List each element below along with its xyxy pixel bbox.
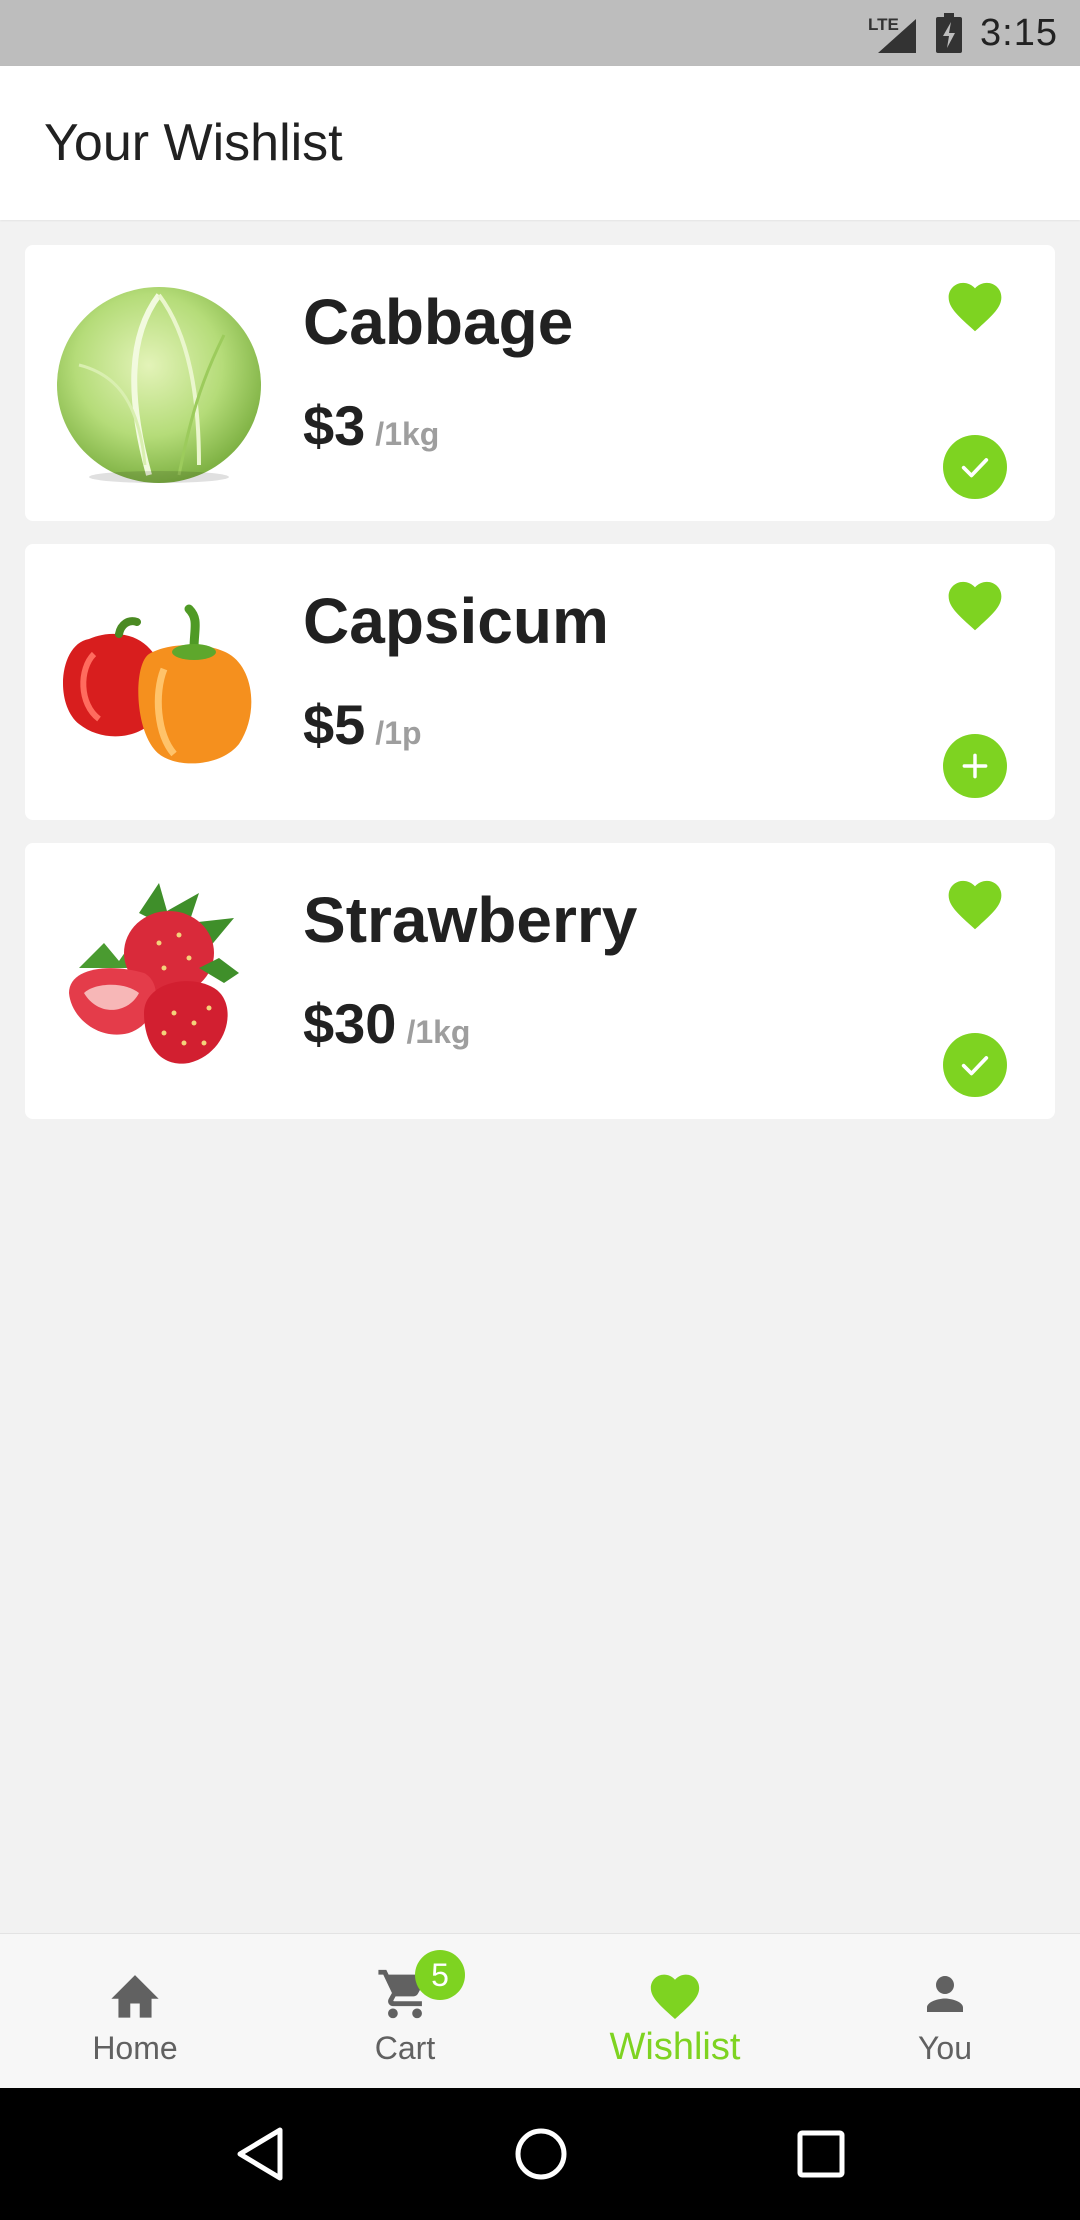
check-icon xyxy=(961,458,989,478)
item-name: Strawberry xyxy=(303,884,638,956)
nav-home-label: Home xyxy=(92,2030,178,2066)
add-to-cart-button[interactable] xyxy=(943,734,1007,798)
cabbage-image xyxy=(57,287,261,483)
nav-cart-label: Cart xyxy=(374,2030,436,2066)
app-bar: Your Wishlist xyxy=(0,66,1080,220)
heart-icon[interactable] xyxy=(943,574,1007,632)
clock: 3:15 xyxy=(980,11,1058,54)
system-nav-bar xyxy=(0,2088,1080,2220)
price-row: $5 /1p xyxy=(303,692,422,757)
item-name: Capsicum xyxy=(303,585,609,657)
item-unit: /1kg xyxy=(375,416,440,452)
bottom-nav: Home 5 Cart Wishlist You xyxy=(0,1933,1080,2088)
item-price: $30 xyxy=(303,992,397,1055)
price-row: $30 /1kg xyxy=(303,991,470,1056)
nav-home[interactable]: Home xyxy=(0,1934,270,2088)
wishlist-item-strawberry[interactable]: Strawberry $30 /1kg xyxy=(25,843,1055,1119)
nav-cart[interactable]: 5 Cart xyxy=(270,1934,540,2088)
added-to-cart-button[interactable] xyxy=(943,1033,1007,1097)
item-unit: /1kg xyxy=(406,1014,471,1050)
page-title: Your Wishlist xyxy=(44,114,343,172)
home-circle-icon[interactable] xyxy=(513,2126,569,2182)
home-icon xyxy=(111,1975,159,2018)
wishlist-item-capsicum[interactable]: Capsicum $5 /1p xyxy=(25,544,1055,820)
nav-you[interactable]: You xyxy=(810,1934,1080,2088)
recents-icon[interactable] xyxy=(796,2129,846,2179)
item-price: $3 xyxy=(303,394,366,457)
nav-wishlist-label: Wishlist xyxy=(609,2026,741,2068)
plus-icon xyxy=(962,753,988,779)
item-unit: /1p xyxy=(375,715,422,751)
added-to-cart-button[interactable] xyxy=(943,435,1007,499)
wishlist-item-cabbage[interactable]: Cabbage $3 /1kg xyxy=(25,245,1055,521)
price-row: $3 /1kg xyxy=(303,393,439,458)
item-price: $5 xyxy=(303,693,366,756)
strawberry-image xyxy=(69,883,239,1064)
heart-icon[interactable] xyxy=(943,873,1007,931)
cart-count-badge: 5 xyxy=(415,1950,465,2000)
heart-icon[interactable] xyxy=(943,275,1007,333)
status-bar: LTE 3:15 xyxy=(0,0,1080,66)
heart-icon xyxy=(650,1974,700,2020)
item-name: Cabbage xyxy=(303,286,574,358)
person-icon xyxy=(927,1976,963,2012)
battery-charging-icon xyxy=(936,13,963,53)
nav-wishlist[interactable]: Wishlist xyxy=(540,1934,810,2088)
wishlist-list: Cabbage $3 /1kg Capsicum $5 /1p Strawber… xyxy=(25,245,1055,1142)
check-icon xyxy=(961,1056,989,1076)
back-icon[interactable] xyxy=(234,2126,286,2182)
nav-you-label: You xyxy=(918,2030,972,2066)
lte-signal-icon: LTE xyxy=(868,11,917,55)
capsicum-image xyxy=(62,604,252,764)
